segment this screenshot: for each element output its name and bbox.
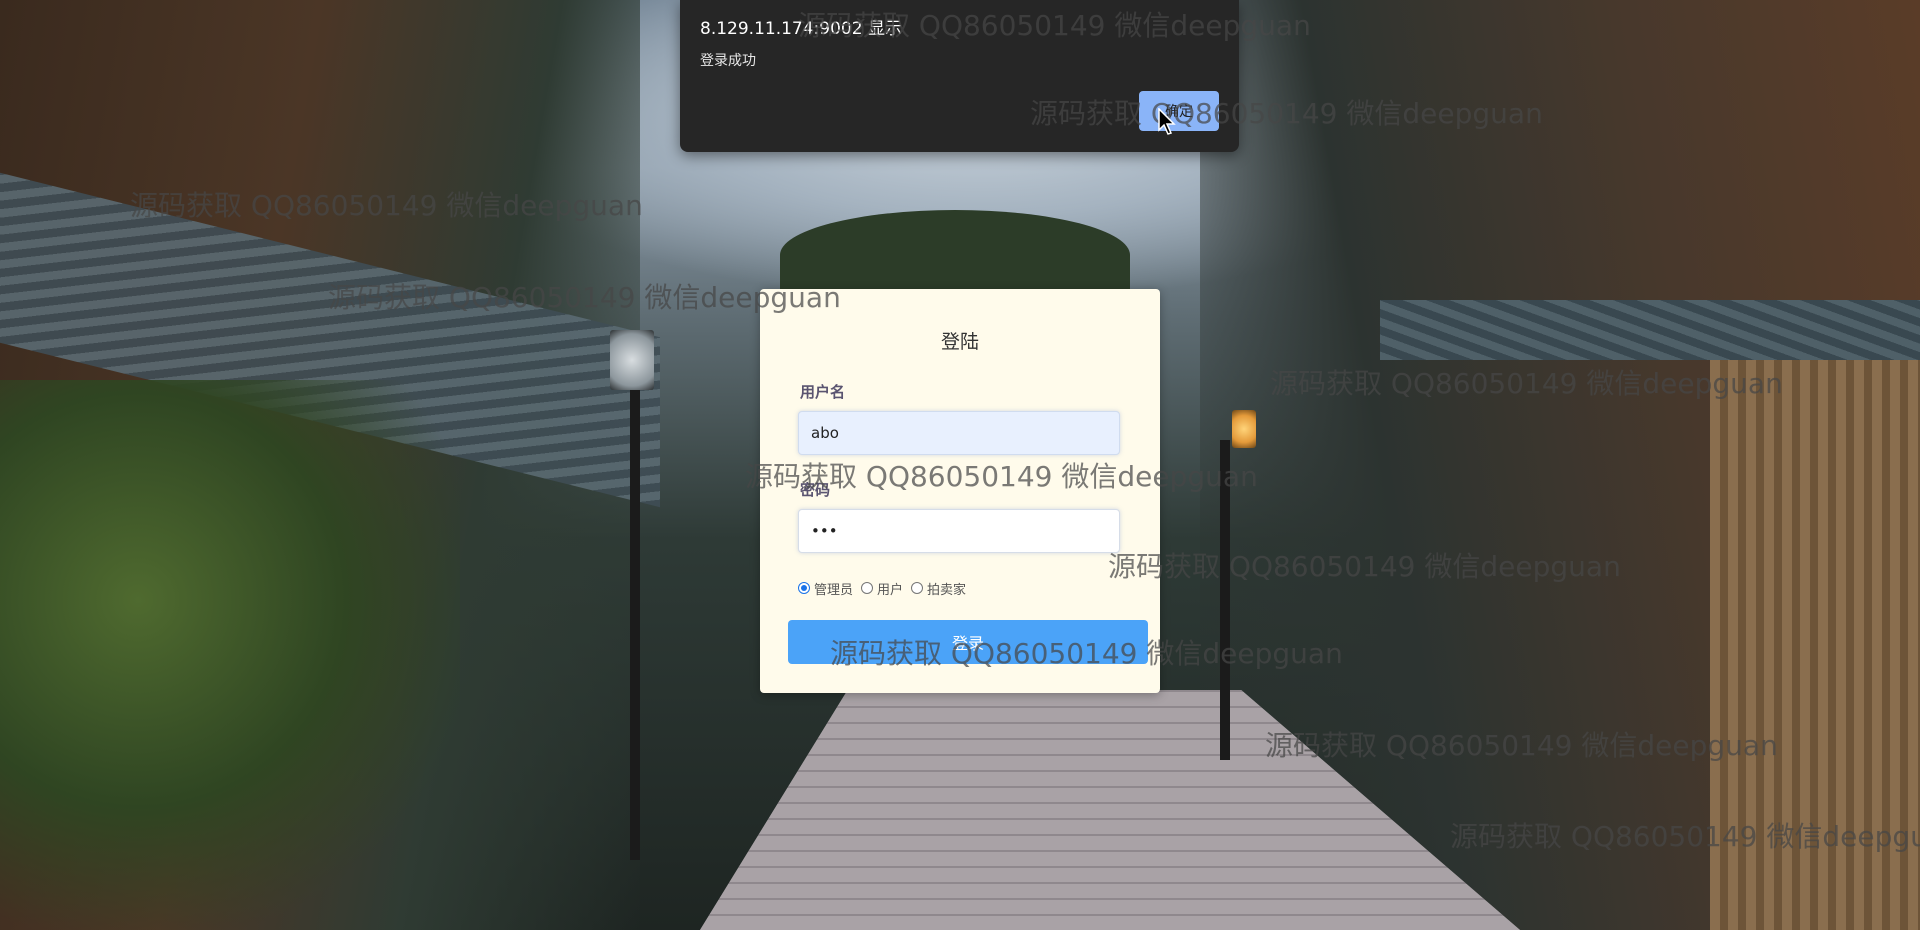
username-input[interactable] [798, 411, 1120, 455]
password-label: 密码 [800, 481, 831, 499]
street-lamp-post-left [630, 380, 640, 860]
street-lamp-light [1232, 410, 1256, 448]
role-option-user[interactable]: 用户 [861, 579, 903, 598]
role-label: 拍卖家 [927, 582, 967, 598]
login-card: 登陆 用户名 密码 管理员 用户 拍卖家 登录 [760, 289, 1160, 693]
background-photo: 登陆 用户名 密码 管理员 用户 拍卖家 登录 8.129.11.174:900… [0, 0, 1920, 930]
radio-unchecked-icon[interactable] [911, 582, 924, 594]
alert-ok-button[interactable]: 确定 [1139, 91, 1219, 131]
left-foliage [0, 380, 460, 930]
role-radio-group: 管理员 用户 拍卖家 [798, 578, 966, 598]
username-label: 用户名 [800, 383, 846, 401]
mouse-cursor-icon [1158, 108, 1176, 135]
street-lamp-post [1220, 440, 1230, 760]
password-input[interactable] [798, 509, 1120, 553]
login-button[interactable]: 登录 [788, 620, 1148, 664]
alert-message: 登录成功 [700, 53, 756, 69]
bamboo-fence [1710, 360, 1920, 930]
alert-title: 8.129.11.174:9002 显示 [700, 19, 902, 39]
radio-unchecked-icon[interactable] [861, 582, 874, 594]
radio-checked-icon[interactable] [798, 582, 810, 594]
role-option-auctioneer[interactable]: 拍卖家 [911, 579, 966, 598]
street-lamp-light-left [610, 330, 654, 390]
login-title: 登陆 [940, 331, 979, 353]
role-option-admin[interactable]: 管理员 [798, 579, 853, 598]
right-roof [1380, 300, 1920, 360]
distant-trees [780, 210, 1130, 300]
role-label: 管理员 [814, 582, 854, 598]
role-label: 用户 [877, 582, 904, 598]
